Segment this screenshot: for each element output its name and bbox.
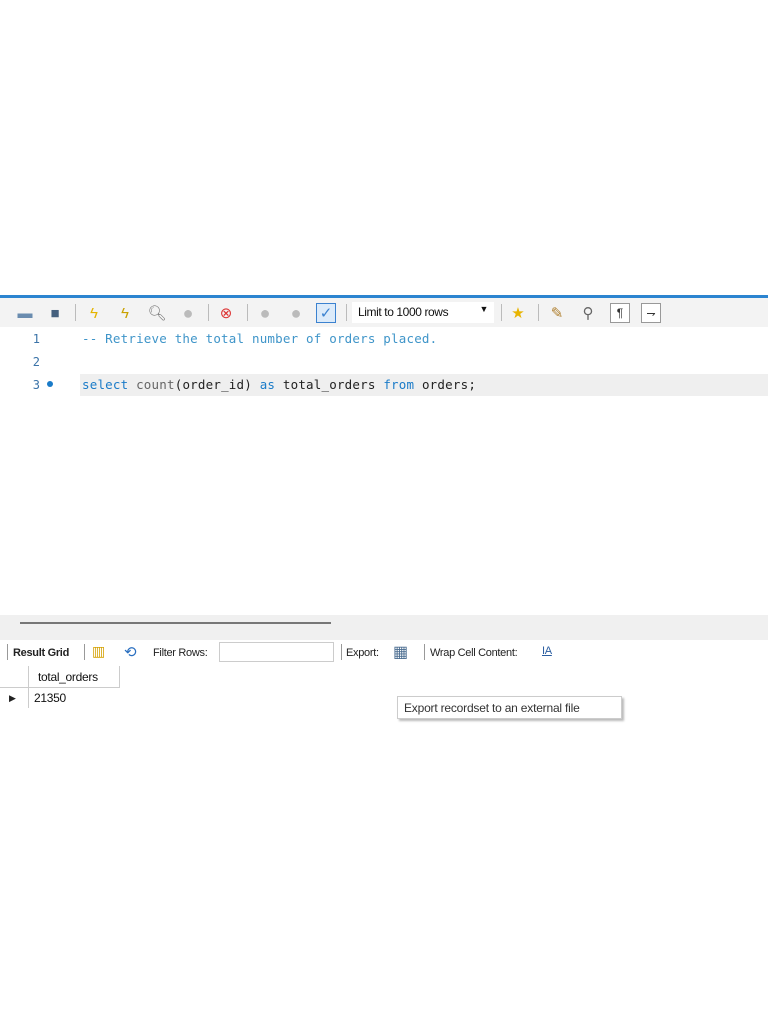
chevron-down-icon: ▼ [479, 304, 488, 314]
execute-icon[interactable]: ϟ [84, 303, 104, 323]
result-grid-tab[interactable]: Result Grid [13, 647, 69, 659]
cell-total-orders[interactable]: 21350 [34, 691, 66, 705]
function-count: count [128, 377, 175, 392]
separator [501, 304, 502, 321]
statement-marker-icon [47, 381, 53, 387]
line-number: 3 [32, 378, 40, 392]
separator [75, 304, 76, 321]
horizontal-scrollbar[interactable] [20, 622, 331, 624]
toggle-error-icon[interactable]: ⊗ [216, 303, 236, 323]
separator [7, 644, 8, 660]
execute-current-icon[interactable]: ϟ [115, 303, 135, 323]
export-icon[interactable]: ▦ [393, 642, 408, 662]
separator [341, 644, 342, 660]
code-alias: total_orders [275, 377, 384, 392]
row-pointer-icon: ▶ [9, 693, 16, 703]
keyword-select: select [82, 377, 129, 392]
sql-editor[interactable] [0, 327, 768, 615]
rollback-icon[interactable]: ● [286, 303, 306, 323]
keyword-from: from [383, 377, 415, 392]
column-header-total-orders[interactable]: total_orders [38, 670, 98, 684]
export-label: Export: [346, 647, 379, 659]
line-number: 1 [32, 332, 40, 346]
code-table: orders; [414, 377, 477, 392]
find-icon[interactable]: ⚲ [578, 303, 598, 323]
save-icon[interactable]: ■ [45, 303, 65, 323]
beautify-icon[interactable]: ✎ [547, 303, 567, 323]
editor-toolbar: ▬ ■ ϟ ϟ 🔍︎ ● ⊗ ● ● ✓ Limit to 1000 rows ▼… [0, 298, 768, 327]
explain-icon[interactable]: 🔍︎ [147, 303, 167, 323]
stop-icon[interactable]: ● [178, 303, 198, 323]
separator [208, 304, 209, 321]
result-grid: total_orders ▶ 21350 [0, 666, 120, 708]
wrap-cell-icon[interactable]: IA [542, 645, 552, 657]
commit-icon[interactable]: ● [255, 303, 275, 323]
autocommit-icon[interactable]: ✓ [316, 303, 336, 323]
grid-divider [28, 666, 29, 708]
open-folder-icon[interactable]: ▬ [15, 303, 35, 323]
wrap-cell-label: Wrap Cell Content: [430, 647, 518, 659]
limit-rows-value: Limit to 1000 rows [358, 305, 449, 319]
invisible-chars-icon[interactable]: ¶ [610, 303, 630, 323]
result-toolbar: Result Grid ▥ ⟲ Filter Rows: Export: ▦ W… [0, 640, 768, 665]
separator [538, 304, 539, 321]
grid-layout-icon[interactable]: ▥ [92, 643, 105, 660]
filter-rows-label: Filter Rows: [153, 647, 208, 659]
keyword-as: as [259, 377, 276, 392]
separator [247, 304, 248, 321]
refresh-icon[interactable]: ⟲ [124, 643, 137, 661]
export-tooltip: Export recordset to an external file [397, 696, 622, 719]
separator [84, 644, 85, 660]
filter-rows-input[interactable] [219, 642, 334, 662]
splitter[interactable] [0, 615, 768, 640]
line-number: 2 [32, 355, 40, 369]
code-line-3: select count(order_id) as total_orders f… [82, 377, 476, 392]
limit-rows-select[interactable]: Limit to 1000 rows ▼ [352, 302, 494, 323]
separator [424, 644, 425, 660]
word-wrap-icon[interactable]: ⇁ [641, 303, 661, 323]
add-snippet-icon[interactable]: ★ [508, 303, 528, 323]
code-comment: -- Retrieve the total number of orders p… [82, 331, 438, 346]
code-arg: (order_id) [174, 377, 260, 392]
separator [346, 304, 347, 321]
